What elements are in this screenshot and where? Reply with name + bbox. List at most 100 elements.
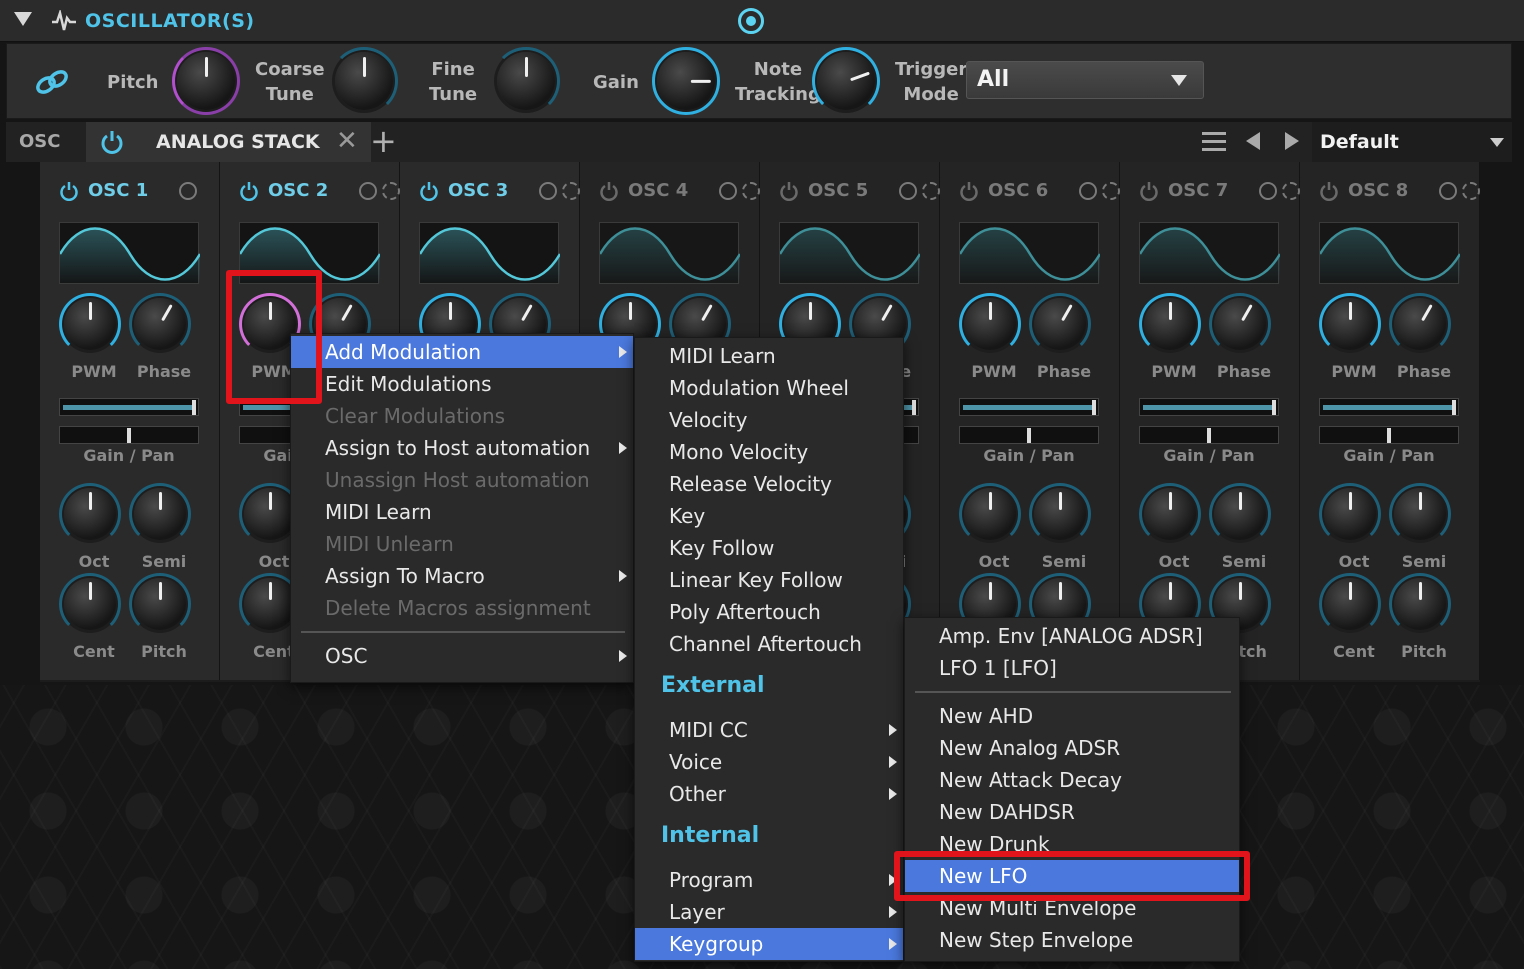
menu-item[interactable]: MIDI Learn xyxy=(291,496,633,528)
menu-item[interactable]: Modulation Wheel xyxy=(635,372,903,404)
menu-item[interactable]: Key Follow xyxy=(635,532,903,564)
phase-knob[interactable] xyxy=(1029,293,1091,355)
sync-icon[interactable] xyxy=(179,182,197,200)
sync-icon[interactable] xyxy=(1439,182,1457,200)
close-icon[interactable]: ✕ xyxy=(336,126,358,156)
coarse-tune-knob[interactable] xyxy=(330,47,398,115)
menu-item[interactable]: New Analog ADSR xyxy=(905,732,1239,764)
phase-knob[interactable] xyxy=(1209,293,1271,355)
semi-knob[interactable] xyxy=(1029,483,1091,545)
pitch-knob[interactable] xyxy=(129,573,191,635)
menu-item[interactable]: Program xyxy=(635,864,903,896)
retrigger-icon[interactable] xyxy=(1282,182,1300,200)
collapse-arrow-icon[interactable] xyxy=(14,12,32,26)
phase-knob[interactable] xyxy=(129,293,191,355)
next-preset-icon[interactable] xyxy=(1285,132,1299,150)
oct-knob[interactable] xyxy=(59,483,121,545)
add-tab-icon[interactable]: + xyxy=(370,122,397,160)
oct-knob[interactable] xyxy=(1139,483,1201,545)
menu-item[interactable]: Assign to Host automation xyxy=(291,432,633,464)
pwm-knob[interactable] xyxy=(59,293,121,355)
menu-item[interactable]: Edit Modulations xyxy=(291,368,633,400)
retrigger-icon[interactable] xyxy=(1462,182,1480,200)
menu-item[interactable]: Poly Aftertouch xyxy=(635,596,903,628)
target-icon[interactable] xyxy=(738,8,764,34)
preset-select[interactable]: Default xyxy=(1312,122,1512,162)
retrigger-icon[interactable] xyxy=(382,182,400,200)
menu-item[interactable]: New DAHDSR xyxy=(905,796,1239,828)
menu-item[interactable]: MIDI Learn xyxy=(635,340,903,372)
cent-knob[interactable] xyxy=(59,573,121,635)
menu-item[interactable]: Key xyxy=(635,500,903,532)
pitch-knob[interactable] xyxy=(1389,573,1451,635)
sync-icon[interactable] xyxy=(539,182,557,200)
fine-tune-knob[interactable] xyxy=(492,47,560,115)
sync-icon[interactable] xyxy=(1259,182,1277,200)
menu-item[interactable]: New Step Envelope xyxy=(905,924,1239,956)
power-icon[interactable] xyxy=(1139,181,1159,201)
gain-slider[interactable] xyxy=(59,398,199,416)
power-icon[interactable] xyxy=(419,181,439,201)
pwm-knob[interactable] xyxy=(1139,293,1201,355)
power-icon[interactable] xyxy=(779,181,799,201)
pitch-knob[interactable] xyxy=(172,47,240,115)
power-icon[interactable] xyxy=(59,181,79,201)
semi-knob[interactable] xyxy=(1389,483,1451,545)
pwm-knob[interactable] xyxy=(959,293,1021,355)
menu-item[interactable]: LFO 1 [LFO] xyxy=(905,652,1239,684)
pan-slider[interactable] xyxy=(59,426,199,444)
menu-item[interactable]: Voice xyxy=(635,746,903,778)
link-icon[interactable] xyxy=(35,68,69,96)
gain-slider[interactable] xyxy=(1139,398,1279,416)
retrigger-icon[interactable] xyxy=(742,182,760,200)
cent-knob[interactable] xyxy=(239,573,301,635)
phase-knob[interactable] xyxy=(1389,293,1451,355)
retrigger-icon[interactable] xyxy=(562,182,580,200)
gain-slider[interactable] xyxy=(1319,398,1459,416)
sync-icon[interactable] xyxy=(359,182,377,200)
menu-item[interactable]: New Attack Decay xyxy=(905,764,1239,796)
power-icon[interactable] xyxy=(100,130,124,154)
sync-icon[interactable] xyxy=(1079,182,1097,200)
power-icon[interactable] xyxy=(1319,181,1339,201)
menu-item[interactable]: Amp. Env [ANALOG ADSR] xyxy=(905,620,1239,652)
cent-knob[interactable] xyxy=(1319,573,1381,635)
power-icon[interactable] xyxy=(599,181,619,201)
menu-item[interactable]: Other xyxy=(635,778,903,810)
retrigger-icon[interactable] xyxy=(1102,182,1120,200)
menu-item[interactable]: Layer xyxy=(635,896,903,928)
sync-icon[interactable] xyxy=(899,182,917,200)
pwm-knob[interactable] xyxy=(1319,293,1381,355)
menu-item[interactable]: Velocity xyxy=(635,404,903,436)
trigger-mode-select[interactable]: All xyxy=(966,61,1204,99)
menu-item[interactable]: Mono Velocity xyxy=(635,436,903,468)
menu-item[interactable]: Linear Key Follow xyxy=(635,564,903,596)
semi-knob[interactable] xyxy=(1209,483,1271,545)
menu-icon[interactable] xyxy=(1202,132,1226,152)
menu-item[interactable]: Channel Aftertouch xyxy=(635,628,903,660)
note-tracking-knob[interactable] xyxy=(812,47,880,115)
menu-item-label: Amp. Env [ANALOG ADSR] xyxy=(939,624,1203,648)
power-icon[interactable] xyxy=(239,181,259,201)
pan-slider[interactable] xyxy=(1139,426,1279,444)
menu-item[interactable]: Add Modulation xyxy=(291,336,633,368)
oct-knob[interactable] xyxy=(239,483,301,545)
pan-slider[interactable] xyxy=(1319,426,1459,444)
pan-slider[interactable] xyxy=(959,426,1099,444)
gain-slider[interactable] xyxy=(959,398,1099,416)
gain-knob[interactable] xyxy=(652,47,720,115)
menu-item[interactable]: Keygroup xyxy=(635,928,903,960)
oct-knob[interactable] xyxy=(959,483,1021,545)
sync-icon[interactable] xyxy=(719,182,737,200)
oct-knob[interactable] xyxy=(1319,483,1381,545)
menu-item[interactable]: Assign To Macro xyxy=(291,560,633,592)
menu-item-osc[interactable]: OSC xyxy=(291,640,633,672)
prev-preset-icon[interactable] xyxy=(1246,132,1260,150)
menu-item[interactable]: Release Velocity xyxy=(635,468,903,500)
menu-item[interactable]: MIDI CC xyxy=(635,714,903,746)
power-icon[interactable] xyxy=(959,181,979,201)
tab-analog-stack[interactable]: ANALOG STACK ✕ xyxy=(86,122,371,162)
retrigger-icon[interactable] xyxy=(922,182,940,200)
semi-knob[interactable] xyxy=(129,483,191,545)
menu-item[interactable]: New AHD xyxy=(905,700,1239,732)
